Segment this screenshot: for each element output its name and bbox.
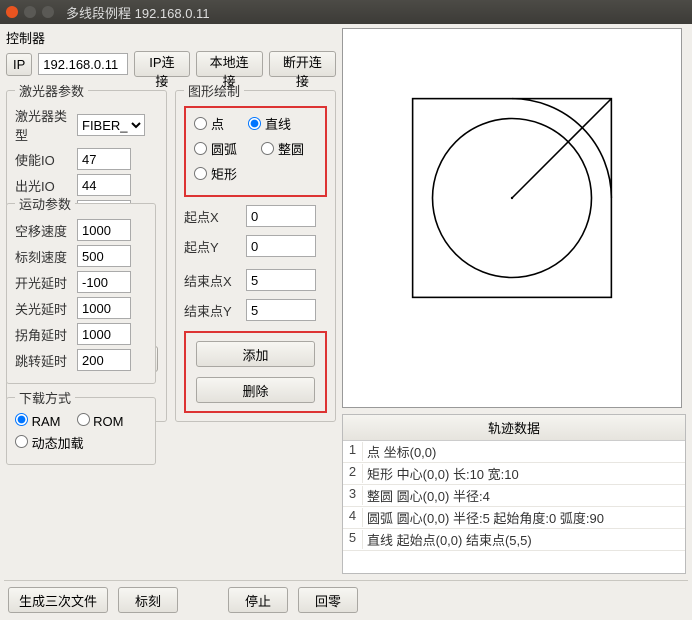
motion-legend: 运动参数 (15, 194, 75, 213)
local-connect-button[interactable]: 本地连接 (196, 51, 263, 77)
table-row[interactable]: 2矩形 中心(0,0) 长:10 宽:10 (343, 463, 685, 485)
enable-io-input[interactable] (77, 148, 131, 170)
out-io-input[interactable] (77, 174, 131, 196)
row-desc: 点 坐标(0,0) (363, 442, 685, 461)
jump-delay-label: 跳转延时 (15, 351, 71, 370)
starty-input[interactable] (246, 235, 316, 257)
download-ram-radio[interactable]: RAM (15, 413, 61, 429)
off-delay-label: 关光延时 (15, 299, 71, 318)
ip-label: IP (6, 53, 32, 76)
download-legend: 下载方式 (15, 388, 75, 407)
corner-delay-input[interactable] (77, 323, 131, 345)
row-index: 1 (343, 442, 363, 461)
delete-button[interactable]: 删除 (196, 377, 315, 403)
row-index: 2 (343, 464, 363, 483)
laser-type-select[interactable]: FIBER_ (77, 114, 145, 136)
controller-legend: 控制器 (6, 28, 336, 47)
endy-input[interactable] (246, 299, 316, 321)
corner-delay-label: 拐角延时 (15, 325, 71, 344)
track-table-header: 轨迹数据 (343, 415, 685, 441)
move-speed-label: 空移速度 (15, 221, 71, 240)
track-table: 轨迹数据 1点 坐标(0,0)2矩形 中心(0,0) 长:10 宽:103整圆 … (342, 414, 686, 574)
mark-speed-input[interactable] (77, 245, 131, 267)
table-row[interactable]: 1点 坐标(0,0) (343, 441, 685, 463)
endx-input[interactable] (246, 269, 316, 291)
out-io-label: 出光IO (15, 176, 71, 195)
disconnect-button[interactable]: 断开连接 (269, 51, 336, 77)
jump-delay-input[interactable] (77, 349, 131, 371)
mark-button[interactable]: 标刻 (118, 587, 178, 613)
shape-legend: 图形绘制 (184, 81, 244, 100)
move-speed-input[interactable] (77, 219, 131, 241)
preview-canvas (342, 28, 682, 408)
row-index: 4 (343, 508, 363, 527)
close-icon[interactable] (6, 6, 18, 18)
off-delay-input[interactable] (77, 297, 131, 319)
preview-svg (353, 39, 671, 357)
shape-line-radio[interactable]: 直线 (248, 114, 291, 133)
minimize-icon[interactable] (24, 6, 36, 18)
row-index: 3 (343, 486, 363, 505)
on-delay-input[interactable] (77, 271, 131, 293)
on-delay-label: 开光延时 (15, 273, 71, 292)
window-title: 多线段例程 192.168.0.11 (66, 3, 210, 22)
shape-group: 图形绘制 点 直线 圆弧 整圆 矩形 起点X 起点Y 结束点X (175, 81, 336, 422)
window-titlebar: 多线段例程 192.168.0.11 (0, 0, 692, 24)
endy-label: 结束点Y (184, 301, 240, 320)
home-button[interactable]: 回零 (298, 587, 358, 613)
gen-cubic-button[interactable]: 生成三次文件 (8, 587, 108, 613)
ip-input[interactable] (38, 53, 128, 75)
startx-label: 起点X (184, 207, 240, 226)
maximize-icon[interactable] (42, 6, 54, 18)
row-desc: 整圆 圆心(0,0) 半径:4 (363, 486, 685, 505)
shape-circle-radio[interactable]: 整圆 (261, 139, 304, 158)
row-desc: 直线 起始点(0,0) 结束点(5,5) (363, 530, 685, 549)
shape-point-radio[interactable]: 点 (194, 114, 224, 133)
laser-legend: 激光器参数 (15, 81, 88, 100)
track-table-body[interactable]: 1点 坐标(0,0)2矩形 中心(0,0) 长:10 宽:103整圆 圆心(0,… (343, 441, 685, 573)
table-row[interactable]: 4圆弧 圆心(0,0) 半径:5 起始角度:0 弧度:90 (343, 507, 685, 529)
table-row[interactable]: 5直线 起始点(0,0) 结束点(5,5) (343, 529, 685, 551)
ip-connect-button[interactable]: IP连接 (134, 51, 189, 77)
endx-label: 结束点X (184, 271, 240, 290)
motion-group: 运动参数 空移速度 标刻速度 开光延时 关光延时 拐角延时 跳转延时 (6, 194, 156, 384)
download-group: 下载方式 RAM ROM 动态加载 (6, 388, 156, 465)
row-index: 5 (343, 530, 363, 549)
mark-speed-label: 标刻速度 (15, 247, 71, 266)
laser-type-label: 激光器类型 (15, 106, 71, 144)
shape-rect-radio[interactable]: 矩形 (194, 164, 237, 183)
table-row[interactable]: 3整圆 圆心(0,0) 半径:4 (343, 485, 685, 507)
row-desc: 圆弧 圆心(0,0) 半径:5 起始角度:0 弧度:90 (363, 508, 685, 527)
row-desc: 矩形 中心(0,0) 长:10 宽:10 (363, 464, 685, 483)
stop-button[interactable]: 停止 (228, 587, 288, 613)
enable-io-label: 使能IO (15, 150, 71, 169)
starty-label: 起点Y (184, 237, 240, 256)
download-rom-radio[interactable]: ROM (77, 413, 124, 429)
add-button[interactable]: 添加 (196, 341, 315, 367)
download-dynamic-radio[interactable]: 动态加载 (15, 433, 84, 452)
shape-arc-radio[interactable]: 圆弧 (194, 139, 237, 158)
startx-input[interactable] (246, 205, 316, 227)
